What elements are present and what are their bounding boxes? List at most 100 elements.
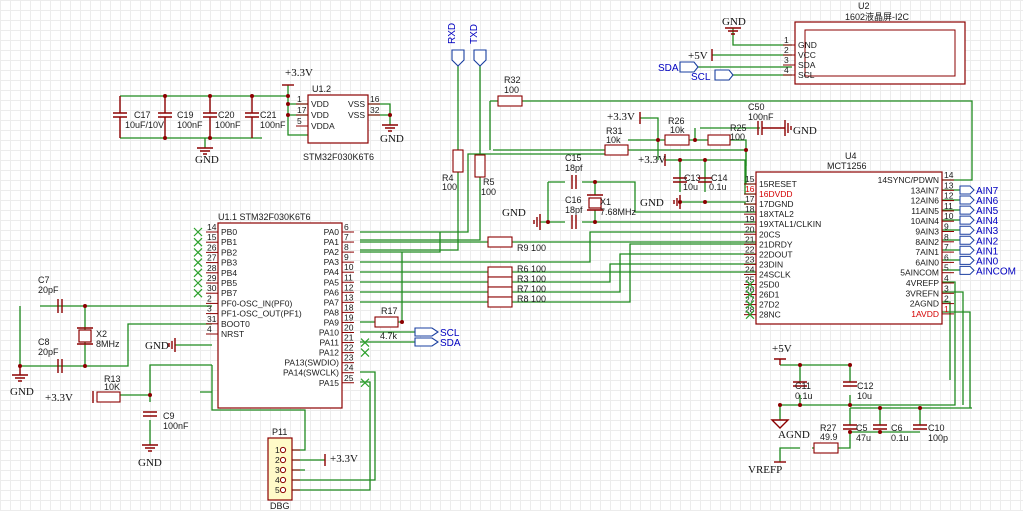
pin-number: 27	[745, 295, 755, 305]
svg-text:C12: C12	[857, 381, 874, 391]
r5-val: 100	[481, 187, 496, 197]
pin-name-4vrefp: 4VREFP	[906, 278, 939, 288]
pin-number: 6	[944, 252, 949, 262]
pin-name-22dout: 22DOUT	[759, 249, 793, 259]
pin-name-23din: 23DIN	[759, 259, 783, 269]
pin-name-6ain0: 6AIN0	[915, 257, 939, 267]
scl-label-u2: SCL	[691, 72, 711, 83]
svg-text:100nF: 100nF	[163, 421, 189, 431]
pin-name-19xtal1-clkin: 19XTAL1/CLKIN	[759, 219, 821, 229]
pin-number: 17	[297, 105, 307, 115]
c7: C7 20pF	[38, 275, 63, 313]
pin-number: 28	[207, 263, 217, 273]
pin-name-sda: SDA	[798, 60, 816, 70]
sda-label: SDA	[440, 338, 461, 349]
pin-socket-icon	[279, 476, 287, 484]
pin-number: 23	[745, 254, 755, 264]
svg-text:X1: X1	[600, 197, 611, 207]
pin-name-nrst: NRST	[221, 329, 244, 339]
pin-name-pa9: PA9	[324, 317, 340, 327]
p11-ref: P11	[272, 427, 287, 437]
svg-text:C7: C7	[38, 275, 50, 285]
r3-body	[487, 276, 513, 288]
ain-port-icon	[959, 225, 975, 235]
pin-number: 25	[745, 275, 755, 285]
no-connect-icon	[193, 247, 203, 257]
pin-number: 4	[784, 65, 789, 75]
r17-val: 4.7k	[380, 331, 398, 341]
pin-number: 32	[370, 105, 380, 115]
pin-number: 15	[207, 232, 217, 242]
svg-text:C10: C10	[928, 423, 945, 433]
u1-2-ref: U1.2	[312, 84, 331, 94]
pin-number: 2	[784, 45, 789, 55]
pin-name-11ain5: 11AIN5	[911, 206, 939, 216]
pin-name-2agnd: 2AGND	[910, 299, 939, 309]
pin-name-25d0: 25D0	[759, 280, 780, 290]
no-connect-icon	[193, 278, 203, 288]
rxd-label: RXD	[447, 23, 458, 44]
pin-name-14sync-pdwn: 14SYNC/PDWN	[878, 175, 939, 185]
ain-port-aincom: AINCOM	[976, 266, 1016, 277]
pin-name-scl: SCL	[798, 70, 815, 80]
gnd-icon	[382, 124, 398, 132]
pin-number: 13	[944, 180, 954, 190]
p11-block: P11 DBG 12345	[267, 427, 300, 511]
pin-number: 3	[944, 283, 949, 293]
svg-text:18pf: 18pf	[565, 205, 583, 215]
pin-name-pb3: PB3	[221, 258, 237, 268]
pin-number: 17	[745, 194, 755, 204]
svg-text:10u: 10u	[683, 182, 698, 192]
pin-name-boot0: BOOT0	[221, 319, 250, 329]
pin-number: 10	[944, 211, 954, 221]
pin-name-pa13-swdio: PA13(SWDIO)	[284, 358, 339, 368]
pin-number: 2	[275, 455, 280, 465]
pin-name-pa1: PA1	[324, 237, 340, 247]
svg-text:100p: 100p	[928, 433, 948, 443]
r7-body	[487, 286, 513, 298]
u2-block: U2 1602液晶屏-I2C 1 GND 2 VCC 3 SDA 4 SCL	[783, 1, 966, 85]
svg-text:C9: C9	[163, 411, 175, 421]
pin-number: 31	[207, 314, 217, 324]
pin-number: 16	[745, 184, 755, 194]
svg-text:47u: 47u	[856, 433, 871, 443]
p3v3-label-c13: +3.3V	[638, 154, 666, 166]
svg-text:18pf: 18pf	[565, 163, 583, 173]
ain-port-icon	[959, 255, 975, 265]
u2-body	[794, 21, 966, 85]
r5-ref: R5	[483, 177, 495, 187]
gnd-label-u12: GND	[380, 133, 404, 145]
u1-1-ref: U1.1 STM32F030K6T6	[218, 212, 311, 222]
pin-name-vcc: VCC	[798, 50, 816, 60]
pin-name-3vrefn: 3VREFN	[905, 288, 939, 298]
u1-2-block: U1.2 STM32F030K6T6 1 VDD 17 VDD 5 VDDA 16 VSS 3…	[296, 84, 380, 162]
pin-name-5aincom: 5AINCOM	[900, 268, 939, 278]
r5-body	[474, 154, 486, 178]
pin-number: 24	[745, 264, 755, 274]
pin-name-13ain7: 13AIN7	[911, 185, 940, 195]
svg-text:100nF: 100nF	[260, 120, 286, 130]
sda-label-u2: SDA	[658, 63, 679, 74]
svg-text:C17: C17	[134, 110, 151, 120]
pin-name-vss: VSS	[348, 110, 365, 120]
pin-name-pa2: PA2	[324, 247, 340, 257]
pin-name-pa0: PA0	[324, 227, 340, 237]
r9-body	[487, 236, 513, 248]
r4-body	[452, 149, 464, 173]
gnd-label-boot: GND	[145, 340, 169, 352]
u1-2-part: STM32F030K6T6	[303, 152, 374, 162]
no-connect-icon	[193, 258, 203, 268]
pin-name-vss: VSS	[348, 99, 365, 109]
pin-number: 22	[344, 343, 354, 353]
pin-socket-icon	[279, 446, 287, 454]
svg-text:C6: C6	[891, 423, 903, 433]
pin-number: 5	[944, 263, 949, 273]
pin-number: 20	[745, 224, 755, 234]
c19: C19 100nF	[158, 96, 203, 138]
p5v-bar-bottom	[774, 358, 786, 365]
pin-number: 28	[745, 305, 755, 315]
p3v3-label-dbg: +3.3V	[330, 453, 358, 465]
r25-body	[707, 134, 731, 146]
pin-number: 1	[275, 445, 280, 455]
r7-label: R7 100	[517, 284, 546, 294]
